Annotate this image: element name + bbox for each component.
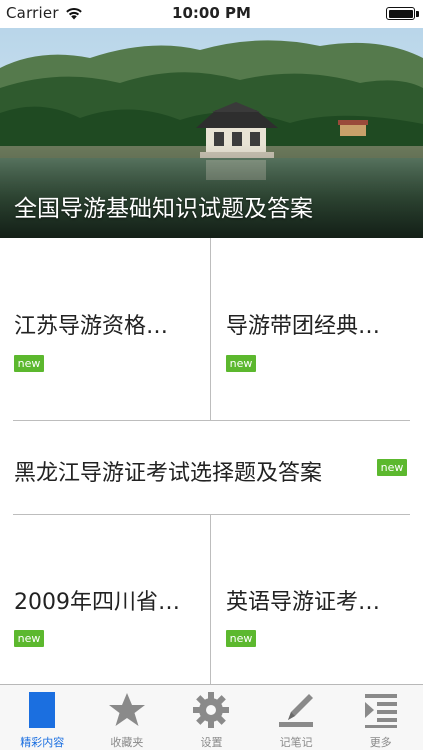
tab-label: 精彩内容 (20, 736, 65, 749)
star-icon (108, 693, 145, 726)
battery-icon (386, 7, 415, 20)
more-list-icon (364, 694, 397, 728)
article-title[interactable]: 江苏导游资格… (14, 308, 168, 340)
hero-title[interactable]: 全国导游基础知识试题及答案 (14, 189, 313, 223)
new-badge: new (226, 355, 256, 372)
status-time: 10:00 PM (172, 4, 251, 22)
gear-icon (193, 692, 230, 728)
pencil-icon (279, 694, 314, 727)
tab-favorites[interactable]: 收藏夹 (85, 685, 170, 750)
article-title[interactable]: 黑龙江导游证考试选择题及答案 (14, 455, 322, 487)
grid-divider-vertical-bottom (210, 514, 211, 684)
bookmark-rect-icon (29, 692, 56, 728)
tab-featured[interactable]: 精彩内容 (0, 685, 85, 750)
tab-label: 更多 (369, 736, 392, 749)
hero-banner[interactable]: 全国导游基础知识试题及答案 (0, 28, 423, 238)
tab-label: 收藏夹 (110, 736, 144, 749)
new-badge: new (377, 459, 407, 476)
article-title[interactable]: 2009年四川省… (14, 584, 180, 616)
tab-label: 设置 (200, 736, 223, 749)
article-grid: 江苏导游资格… new 导游带团经典… new 黑龙江导游证考试选择题及答案 n… (0, 238, 423, 684)
article-title[interactable]: 英语导游证考… (226, 584, 380, 616)
battery-tip (416, 11, 419, 17)
new-badge: new (14, 630, 44, 647)
tab-label: 记笔记 (279, 736, 313, 749)
status-bar: Carrier 10:00 PM (0, 0, 423, 28)
tab-notes[interactable]: 记笔记 (254, 685, 339, 750)
tab-bar: 精彩内容 收藏夹 设置 记笔记 更多 (0, 684, 423, 750)
article-title[interactable]: 导游带团经典… (226, 308, 380, 340)
new-badge: new (14, 355, 44, 372)
new-badge: new (226, 630, 256, 647)
grid-divider-horizontal-2 (13, 514, 410, 515)
grid-divider-vertical-top (210, 238, 211, 420)
grid-divider-horizontal-1 (13, 420, 410, 421)
tab-settings[interactable]: 设置 (169, 685, 254, 750)
tab-more[interactable]: 更多 (338, 685, 423, 750)
